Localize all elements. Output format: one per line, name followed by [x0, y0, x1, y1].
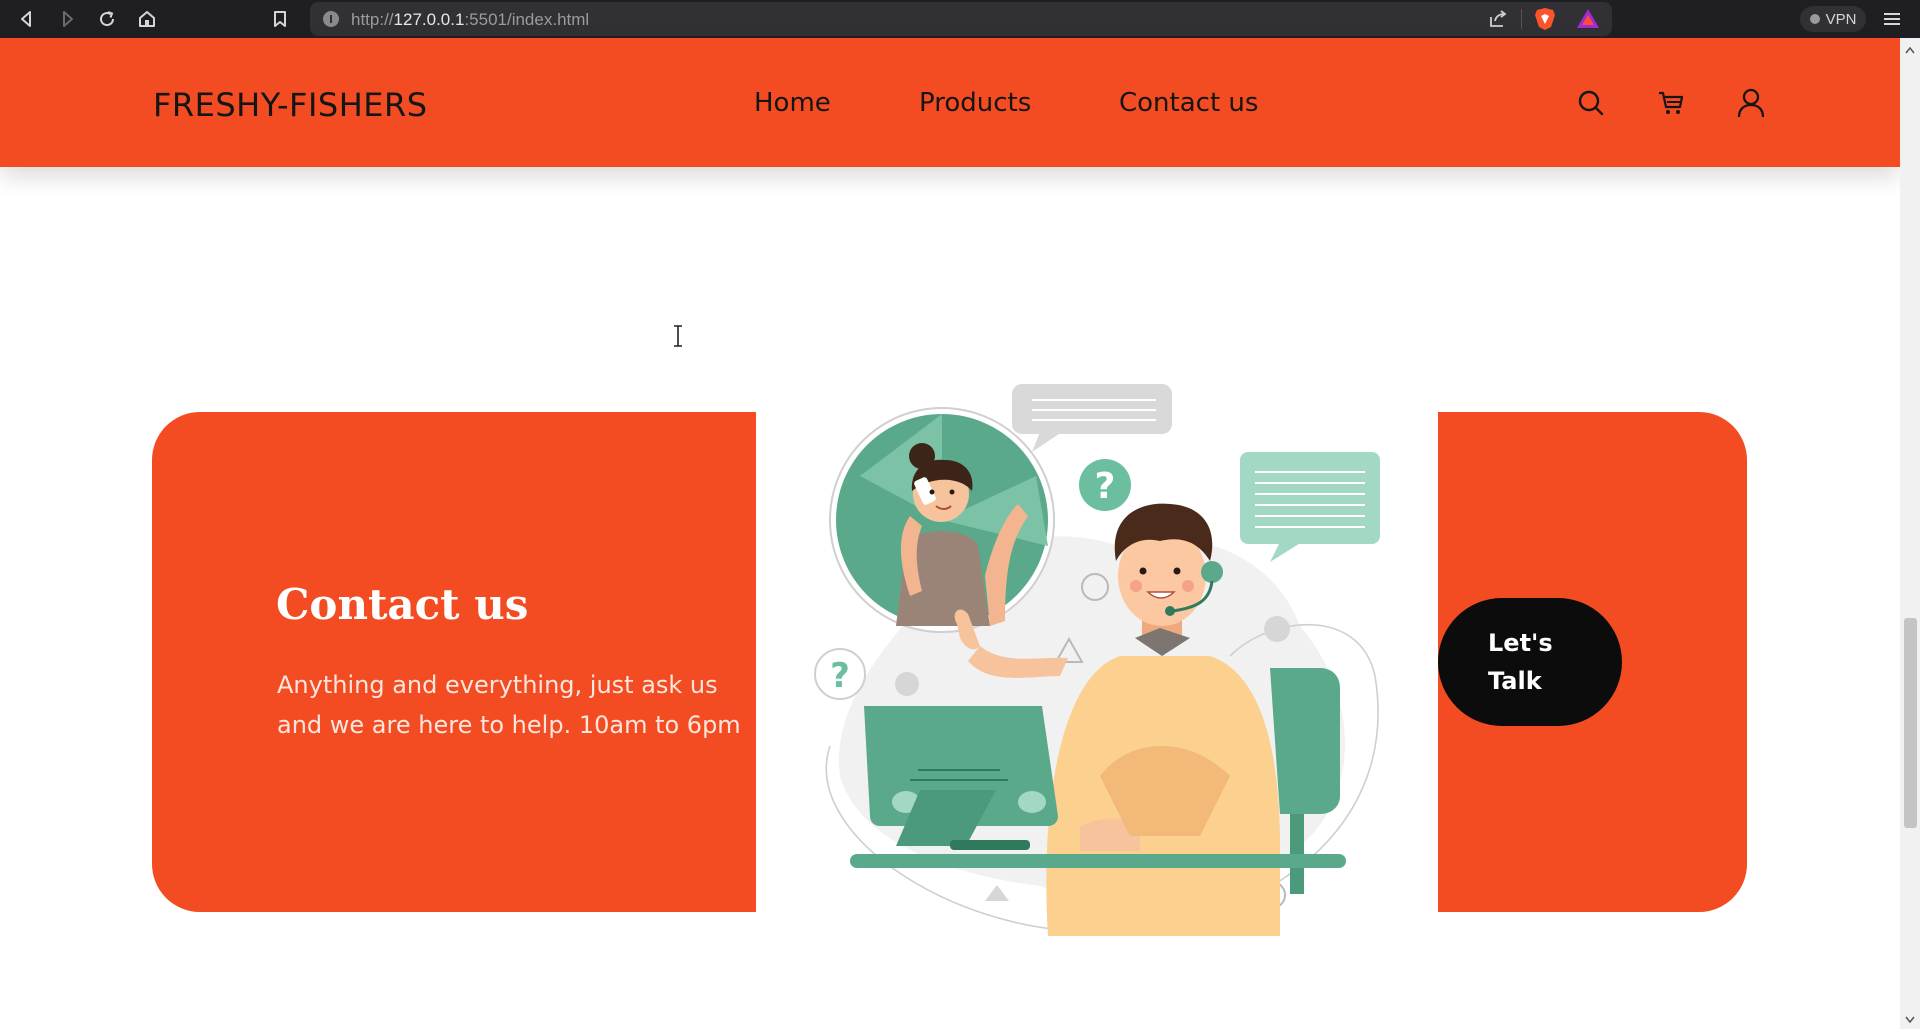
browser-toolbar: http://127.0.0.1:5501/index.html VPN — [0, 0, 1920, 38]
nav-link-contact[interactable]: Contact us — [1119, 88, 1258, 118]
vpn-status-icon — [1809, 14, 1820, 24]
scroll-down-icon[interactable] — [1905, 1016, 1915, 1024]
forward-icon[interactable] — [52, 4, 82, 34]
brave-rewards-icon[interactable] — [1576, 8, 1600, 34]
home-icon[interactable] — [132, 4, 162, 34]
back-icon[interactable] — [12, 4, 42, 34]
user-icon[interactable] — [1734, 86, 1768, 120]
site-info-icon[interactable] — [323, 11, 339, 27]
contact-card-left: Contact us Anything and everything, just… — [152, 412, 756, 912]
address-bar[interactable]: http://127.0.0.1:5501/index.html — [310, 2, 1612, 36]
search-icon[interactable] — [1574, 86, 1608, 120]
scroll-up-icon[interactable] — [1905, 46, 1915, 54]
customer-support-illustration: ? ? — [814, 384, 1380, 936]
contact-description: Anything and everything, just ask us and… — [277, 671, 741, 739]
contact-title: Contact us — [276, 580, 529, 629]
cart-icon[interactable] — [1654, 86, 1688, 120]
url-text[interactable]: http://127.0.0.1:5501/index.html — [351, 10, 589, 30]
page-scrollbar[interactable] — [1900, 38, 1920, 1029]
menu-icon[interactable] — [1883, 11, 1901, 31]
reload-icon[interactable] — [92, 4, 122, 34]
svg-text:?: ? — [1095, 466, 1116, 507]
svg-text:?: ? — [830, 656, 850, 696]
text-cursor-icon — [674, 325, 682, 347]
nav-link-home[interactable]: Home — [754, 88, 831, 118]
lets-talk-button[interactable]: Let's Talk — [1438, 598, 1622, 726]
scrollbar-thumb[interactable] — [1904, 618, 1917, 828]
brand-logo[interactable]: FRESHY-FISHERS — [153, 86, 428, 124]
vpn-label: VPN — [1825, 10, 1857, 28]
vpn-button[interactable]: VPN — [1800, 6, 1866, 32]
nav-link-products[interactable]: Products — [919, 88, 1031, 118]
site-header: FRESHY-FISHERS Home Products Contact us — [0, 38, 1900, 167]
toolbar-divider — [1521, 9, 1522, 29]
brave-shield-icon[interactable] — [1534, 7, 1556, 35]
share-icon[interactable] — [1488, 9, 1508, 33]
bookmark-icon[interactable] — [265, 4, 295, 34]
lets-talk-label: Let's Talk — [1488, 629, 1553, 695]
